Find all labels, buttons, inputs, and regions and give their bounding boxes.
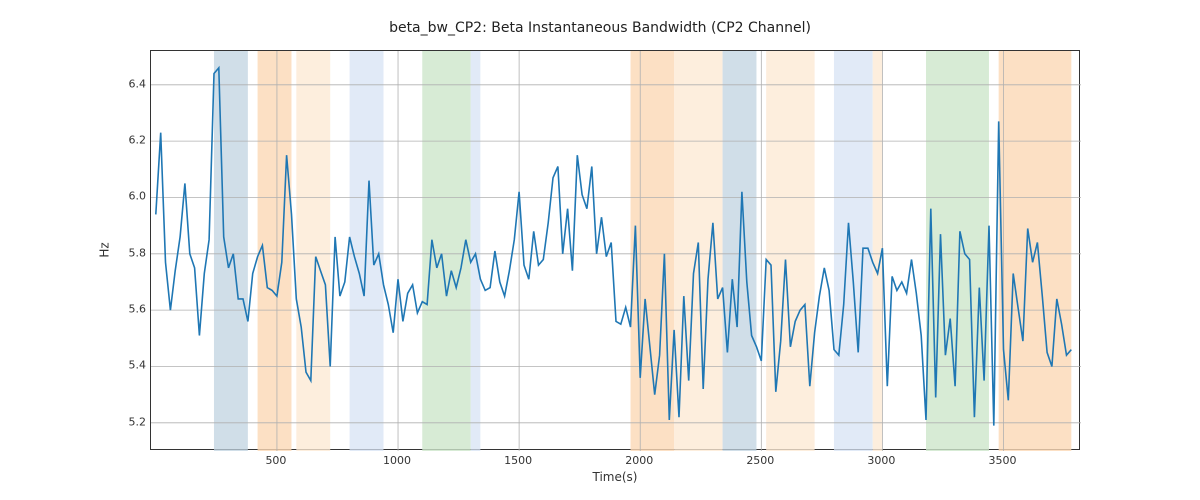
x-tick: 1000 xyxy=(383,454,411,467)
x-tick: 2000 xyxy=(625,454,653,467)
y-tick: 6.2 xyxy=(118,134,146,147)
chart-title: beta_bw_CP2: Beta Instantaneous Bandwidt… xyxy=(0,20,1200,36)
y-tick: 5.8 xyxy=(118,246,146,259)
x-tick: 500 xyxy=(265,454,286,467)
interval-bands xyxy=(214,51,1071,451)
y-tick: 5.6 xyxy=(118,303,146,316)
x-tick: 1500 xyxy=(504,454,532,467)
y-tick: 5.4 xyxy=(118,359,146,372)
x-tick: 2500 xyxy=(746,454,774,467)
y-tick: 6.4 xyxy=(118,77,146,90)
plot-svg xyxy=(151,51,1081,451)
plot-area xyxy=(150,50,1080,450)
x-axis-label: Time(s) xyxy=(150,470,1080,484)
x-tick: 3500 xyxy=(989,454,1017,467)
figure: beta_bw_CP2: Beta Instantaneous Bandwidt… xyxy=(0,0,1200,500)
y-axis-label: Hz xyxy=(95,50,115,450)
y-tick: 5.2 xyxy=(118,415,146,428)
x-tick: 3000 xyxy=(867,454,895,467)
y-tick: 6.0 xyxy=(118,190,146,203)
